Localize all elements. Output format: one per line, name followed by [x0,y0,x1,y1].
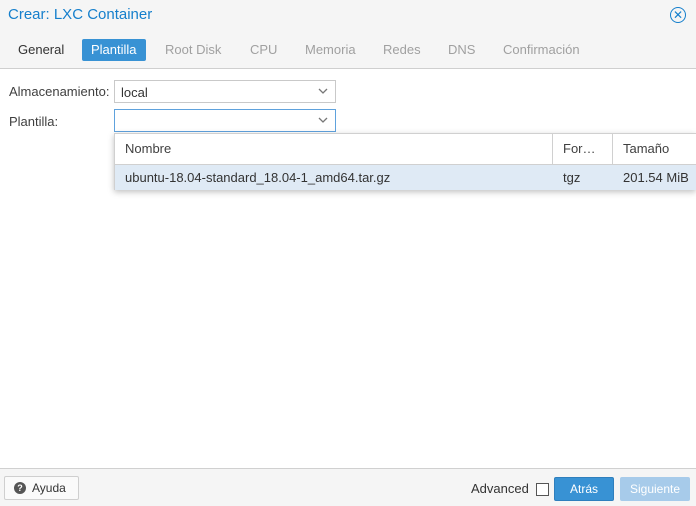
help-icon: ? [14,482,26,494]
tab-dns: DNS [448,42,476,57]
tab-root-disk: Root Disk [165,42,222,57]
row-size: 201.54 MiB [623,170,689,185]
column-header-format[interactable]: For… [553,134,613,164]
tab-cpu: CPU [250,42,278,57]
tab-redes: Redes [383,42,421,57]
advanced-checkbox[interactable] [536,483,549,496]
tab-bar: General Plantilla Root Disk CPU Memoria … [0,30,696,69]
row-format: tgz [563,170,581,185]
tab-plantilla[interactable]: Plantilla [82,39,146,61]
template-label: Plantilla: [9,114,59,129]
close-icon[interactable]: ✕ [670,7,686,23]
storage-combo[interactable]: local [114,80,336,103]
grid-header: Nombre For… Tamaño [115,134,696,165]
storage-value: local [121,85,148,100]
tab-general[interactable]: General [9,39,73,61]
window-title: Crear: LXC Container [8,6,153,23]
tab-memoria: Memoria [305,42,356,57]
tab-confirmacion: Confirmación [503,42,580,57]
storage-label: Almacenamiento: [9,84,110,99]
chevron-down-icon[interactable] [317,85,329,97]
next-button[interactable]: Siguiente [620,477,690,501]
back-button[interactable]: Atrás [554,477,614,501]
footer-toolbar: ? Ayuda Advanced Atrás Siguiente [0,468,696,506]
template-picker-grid: Nombre For… Tamaño ubuntu-18.04-standard… [114,133,696,190]
table-row[interactable]: ubuntu-18.04-standard_18.04-1_amd64.tar.… [115,165,696,190]
advanced-label: Advanced [471,481,529,496]
help-button[interactable]: ? Ayuda [4,476,79,500]
chevron-down-icon[interactable] [317,114,329,126]
column-header-size[interactable]: Tamaño [613,134,696,164]
window-header: Crear: LXC Container ✕ [0,0,696,30]
column-header-name[interactable]: Nombre [115,134,553,164]
template-combo[interactable] [114,109,336,132]
row-name: ubuntu-18.04-standard_18.04-1_amd64.tar.… [125,170,391,185]
help-label: Ayuda [32,481,66,495]
